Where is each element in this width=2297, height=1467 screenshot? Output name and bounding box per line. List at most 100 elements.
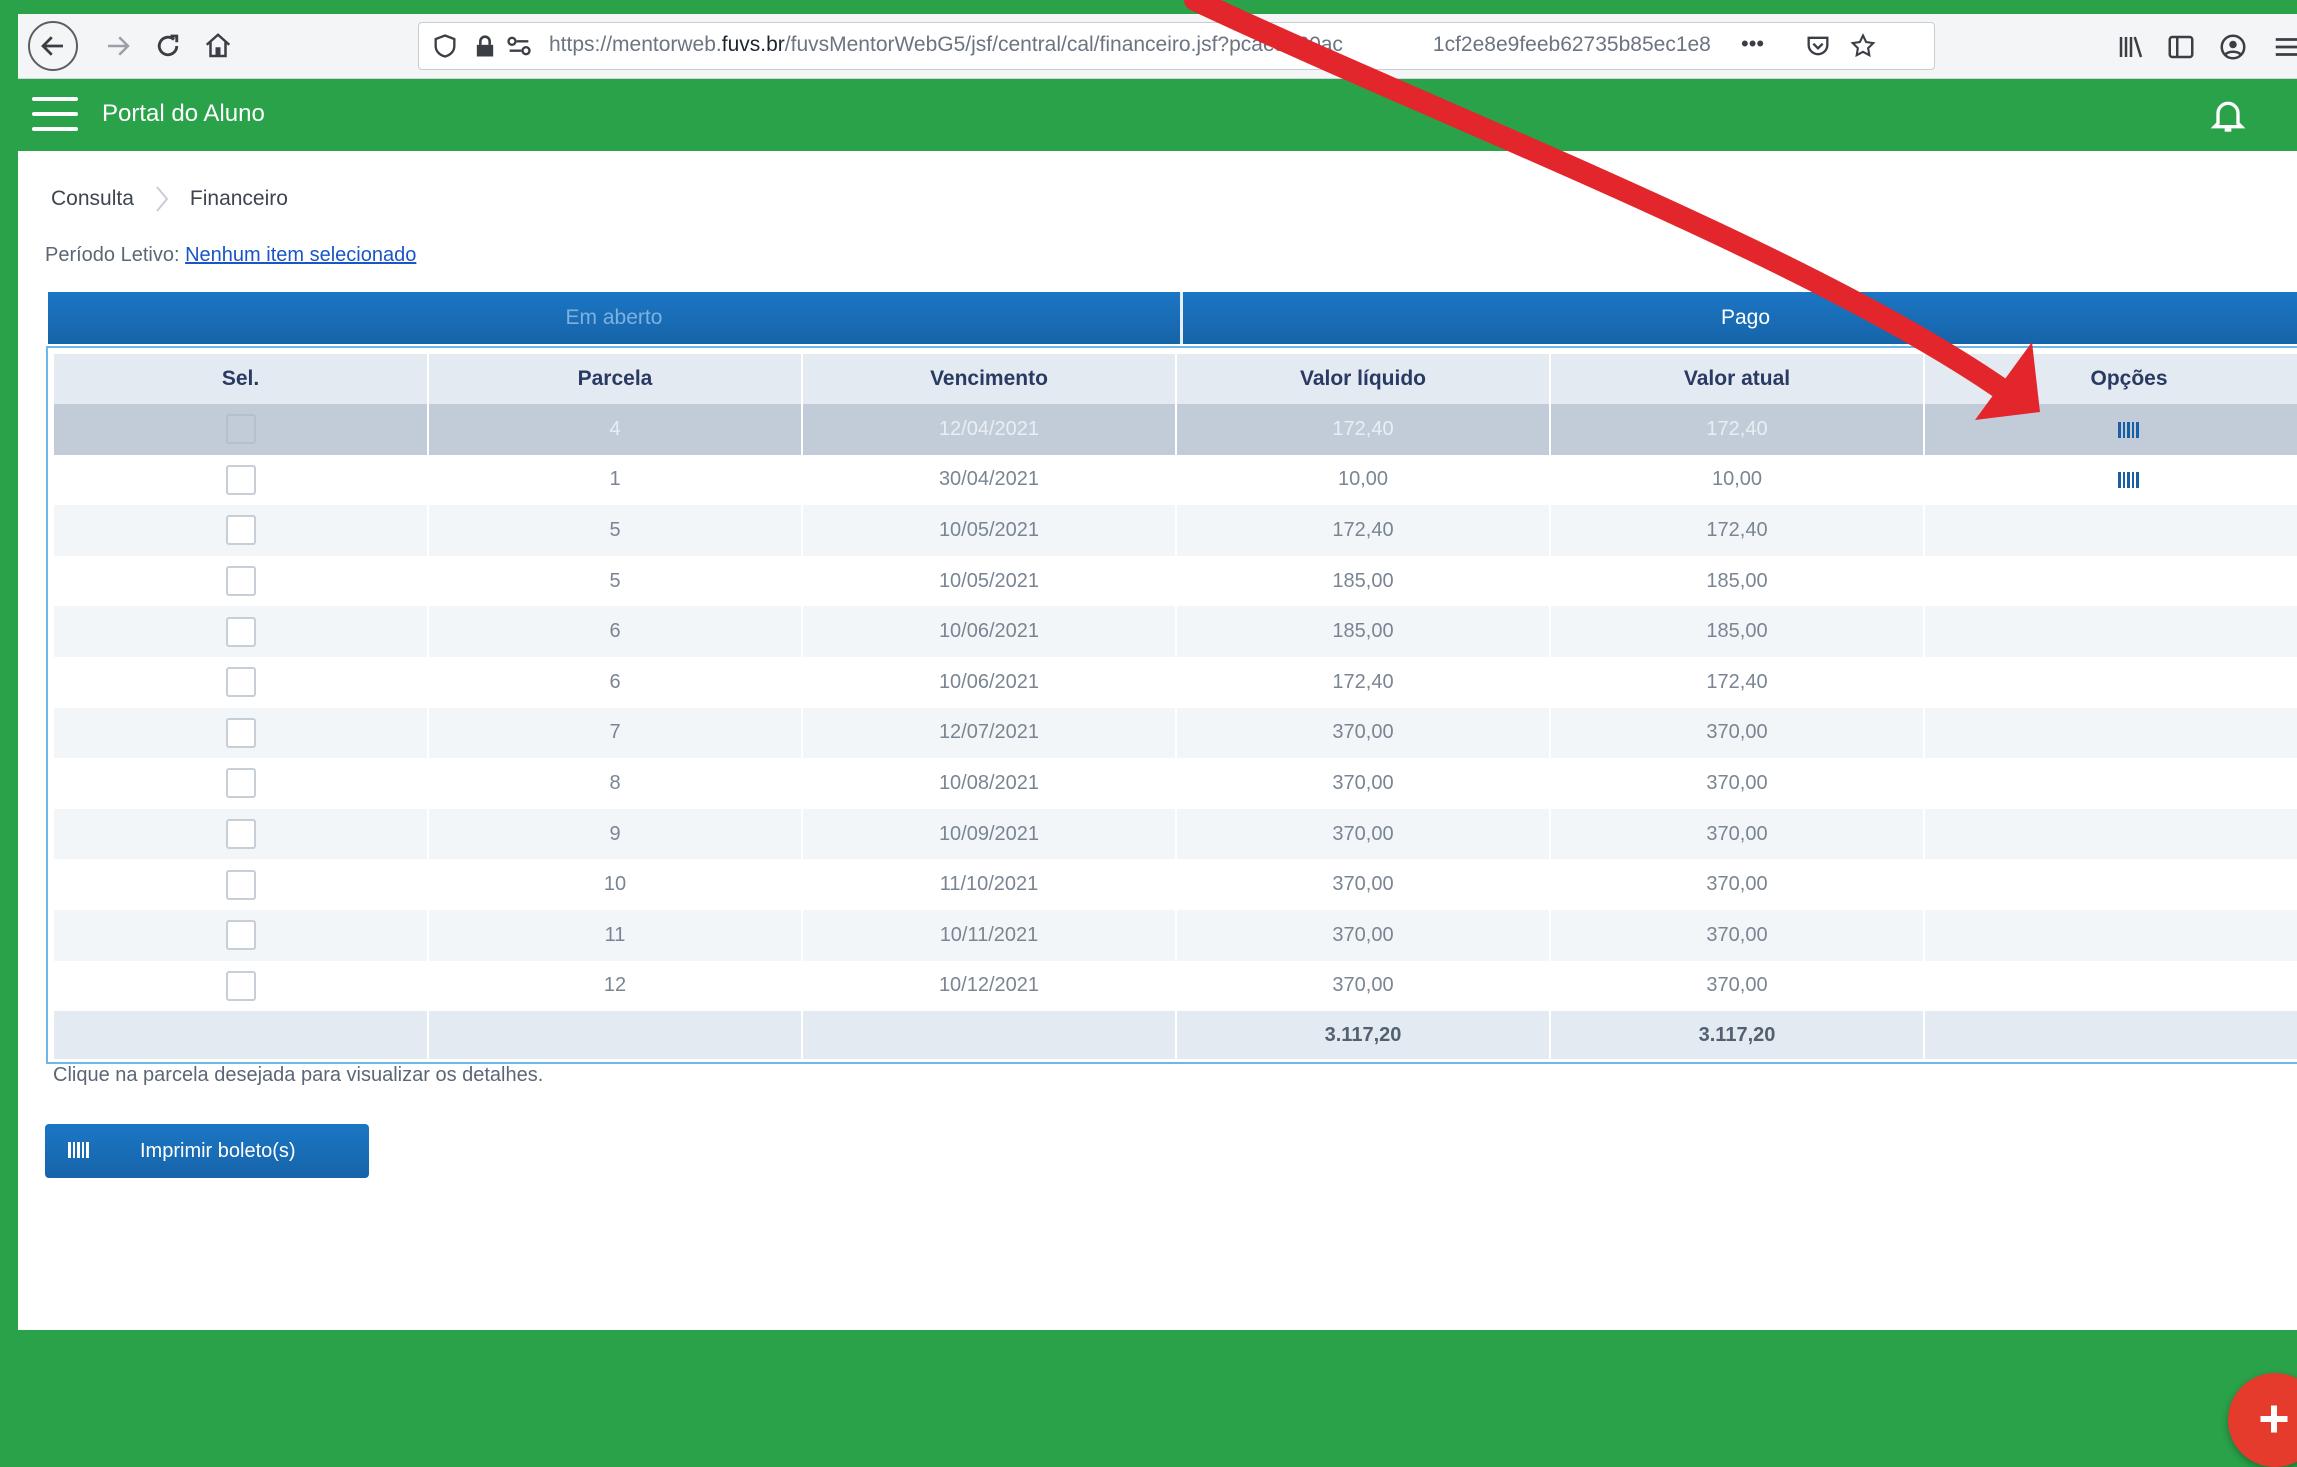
cell-liquido: 370,00 bbox=[1176, 808, 1551, 860]
bell-icon[interactable] bbox=[2208, 95, 2248, 135]
breadcrumb-consulta[interactable]: Consulta bbox=[51, 187, 134, 211]
sel-cell bbox=[54, 909, 429, 961]
page-actions-menu[interactable]: ••• bbox=[1741, 31, 1764, 57]
row-checkbox[interactable] bbox=[225, 566, 256, 597]
hamburger-menu-icon[interactable] bbox=[2272, 32, 2297, 62]
table-row[interactable]: 12 10/12/2021 370,00 370,00 bbox=[54, 960, 2297, 1012]
row-checkbox[interactable] bbox=[225, 970, 256, 1001]
row-checkbox[interactable] bbox=[225, 869, 256, 900]
sel-cell bbox=[54, 555, 429, 607]
cell-vencimento: 10/08/2021 bbox=[802, 758, 1177, 809]
sel-cell bbox=[54, 656, 429, 708]
add-fab-button[interactable] bbox=[2228, 1373, 2297, 1467]
hint-text: Clique na parcela desejada para visualiz… bbox=[53, 1064, 544, 1086]
tab-pago[interactable]: Pago bbox=[1183, 292, 2297, 344]
row-checkbox[interactable] bbox=[225, 464, 256, 495]
cell-liquido: 10,00 bbox=[1176, 454, 1551, 506]
table-row[interactable]: 4 12/04/2021 172,40 172,40 bbox=[54, 404, 2297, 455]
sel-cell bbox=[54, 606, 429, 657]
shield-icon bbox=[434, 34, 456, 58]
cell-atual: 185,00 bbox=[1550, 606, 1925, 657]
header-valor-liquido: Valor líquido bbox=[1176, 354, 1551, 404]
star-icon[interactable] bbox=[1849, 32, 1877, 60]
cell-vencimento: 10/12/2021 bbox=[802, 960, 1177, 1012]
account-icon[interactable] bbox=[2218, 32, 2248, 62]
cell-parcela: 10 bbox=[428, 859, 803, 910]
row-checkbox[interactable] bbox=[225, 920, 256, 951]
print-boleto-label: Imprimir boleto(s) bbox=[140, 1140, 296, 1162]
header-valor-atual: Valor atual bbox=[1550, 354, 1925, 404]
table-row[interactable]: 5 10/05/2021 172,40 172,40 bbox=[54, 505, 2297, 556]
library-icon[interactable] bbox=[2116, 32, 2146, 62]
row-checkbox[interactable] bbox=[225, 616, 256, 647]
table-row[interactable]: 1 30/04/2021 10,00 10,00 bbox=[54, 454, 2297, 506]
table-row[interactable]: 6 10/06/2021 185,00 185,00 bbox=[54, 606, 2297, 657]
row-checkbox[interactable] bbox=[225, 717, 256, 748]
cell-liquido: 370,00 bbox=[1176, 909, 1551, 961]
table-row[interactable]: 9 10/09/2021 370,00 370,00 bbox=[54, 808, 2297, 860]
url-text: https://mentorweb.fuvs.br/fuvsMentorWebG… bbox=[549, 33, 1711, 56]
chevron-right-icon bbox=[156, 186, 169, 212]
row-checkbox[interactable] bbox=[225, 819, 256, 850]
url-bar[interactable]: https://mentorweb.fuvs.br/fuvsMentorWebG… bbox=[418, 22, 1935, 70]
back-button[interactable] bbox=[28, 21, 78, 71]
tab-em-aberto[interactable]: Em aberto bbox=[48, 292, 1183, 344]
periodo-link[interactable]: Nenhum item selecionado bbox=[185, 244, 416, 266]
lock-icon bbox=[476, 35, 494, 57]
cell-vencimento: 10/06/2021 bbox=[802, 606, 1177, 657]
cell-atual: 370,00 bbox=[1550, 859, 1925, 910]
row-checkbox[interactable] bbox=[225, 667, 256, 698]
row-checkbox[interactable] bbox=[225, 414, 256, 445]
breadcrumb: Consulta Financeiro bbox=[51, 185, 288, 213]
app-header: Portal do Aluno bbox=[18, 79, 2297, 151]
home-button[interactable] bbox=[198, 26, 238, 66]
forward-button[interactable] bbox=[98, 26, 138, 66]
top-green-strip bbox=[0, 0, 2297, 14]
pocket-icon[interactable] bbox=[1804, 32, 1832, 60]
cell-liquido: 185,00 bbox=[1176, 555, 1551, 607]
reload-button[interactable] bbox=[148, 26, 188, 66]
app-title: Portal do Aluno bbox=[102, 100, 265, 127]
table-row[interactable]: 6 10/06/2021 172,40 172,40 bbox=[54, 656, 2297, 708]
cell-atual: 370,00 bbox=[1550, 758, 1925, 809]
permissions-icon bbox=[507, 36, 531, 56]
table-row[interactable]: 8 10/08/2021 370,00 370,00 bbox=[54, 758, 2297, 809]
barcode-icon[interactable] bbox=[2117, 472, 2141, 489]
page: https://mentorweb.fuvs.br/fuvsMentorWebG… bbox=[0, 0, 2297, 1467]
cell-liquido: 370,00 bbox=[1176, 960, 1551, 1012]
header-opcoes: Opções bbox=[1924, 354, 2297, 404]
barcode-icon bbox=[68, 1142, 89, 1158]
table-row[interactable]: 11 10/11/2021 370,00 370,00 bbox=[54, 909, 2297, 961]
row-checkbox[interactable] bbox=[225, 768, 256, 799]
cell-atual: 370,00 bbox=[1550, 707, 1925, 759]
sel-cell bbox=[54, 454, 429, 506]
arrow-left-icon bbox=[41, 36, 63, 56]
cell-atual: 370,00 bbox=[1550, 808, 1925, 860]
home-icon bbox=[205, 33, 231, 58]
table-row[interactable]: 10 11/10/2021 370,00 370,00 bbox=[54, 859, 2297, 910]
financeiro-table: Sel. Parcela Vencimento Valor líquido Va… bbox=[46, 346, 2297, 1064]
cell-atual: 172,40 bbox=[1550, 404, 1925, 455]
opcoes-cell bbox=[1924, 808, 2297, 860]
sel-cell bbox=[54, 859, 429, 910]
row-checkbox[interactable] bbox=[225, 515, 256, 546]
table-row[interactable]: 7 12/07/2021 370,00 370,00 bbox=[54, 707, 2297, 759]
cell-parcela: 9 bbox=[428, 808, 803, 860]
reload-icon bbox=[157, 34, 179, 57]
sel-cell bbox=[54, 404, 429, 455]
cell-liquido: 370,00 bbox=[1176, 707, 1551, 759]
cell-vencimento: 10/11/2021 bbox=[802, 909, 1177, 961]
cell-vencimento: 10/05/2021 bbox=[802, 555, 1177, 607]
table-row[interactable]: 5 10/05/2021 185,00 185,00 bbox=[54, 555, 2297, 607]
cell-liquido: 172,40 bbox=[1176, 656, 1551, 708]
cell-vencimento: 11/10/2021 bbox=[802, 859, 1177, 910]
menu-icon[interactable] bbox=[32, 97, 78, 135]
sel-cell bbox=[54, 758, 429, 809]
sel-cell bbox=[54, 707, 429, 759]
cell-liquido: 172,40 bbox=[1176, 505, 1551, 556]
print-boleto-button[interactable]: Imprimir boleto(s) bbox=[45, 1124, 369, 1178]
periodo-label: Período Letivo: bbox=[45, 244, 180, 266]
barcode-icon[interactable] bbox=[2117, 421, 2141, 438]
cell-atual: 370,00 bbox=[1550, 960, 1925, 1012]
sidebar-icon[interactable] bbox=[2166, 32, 2196, 62]
